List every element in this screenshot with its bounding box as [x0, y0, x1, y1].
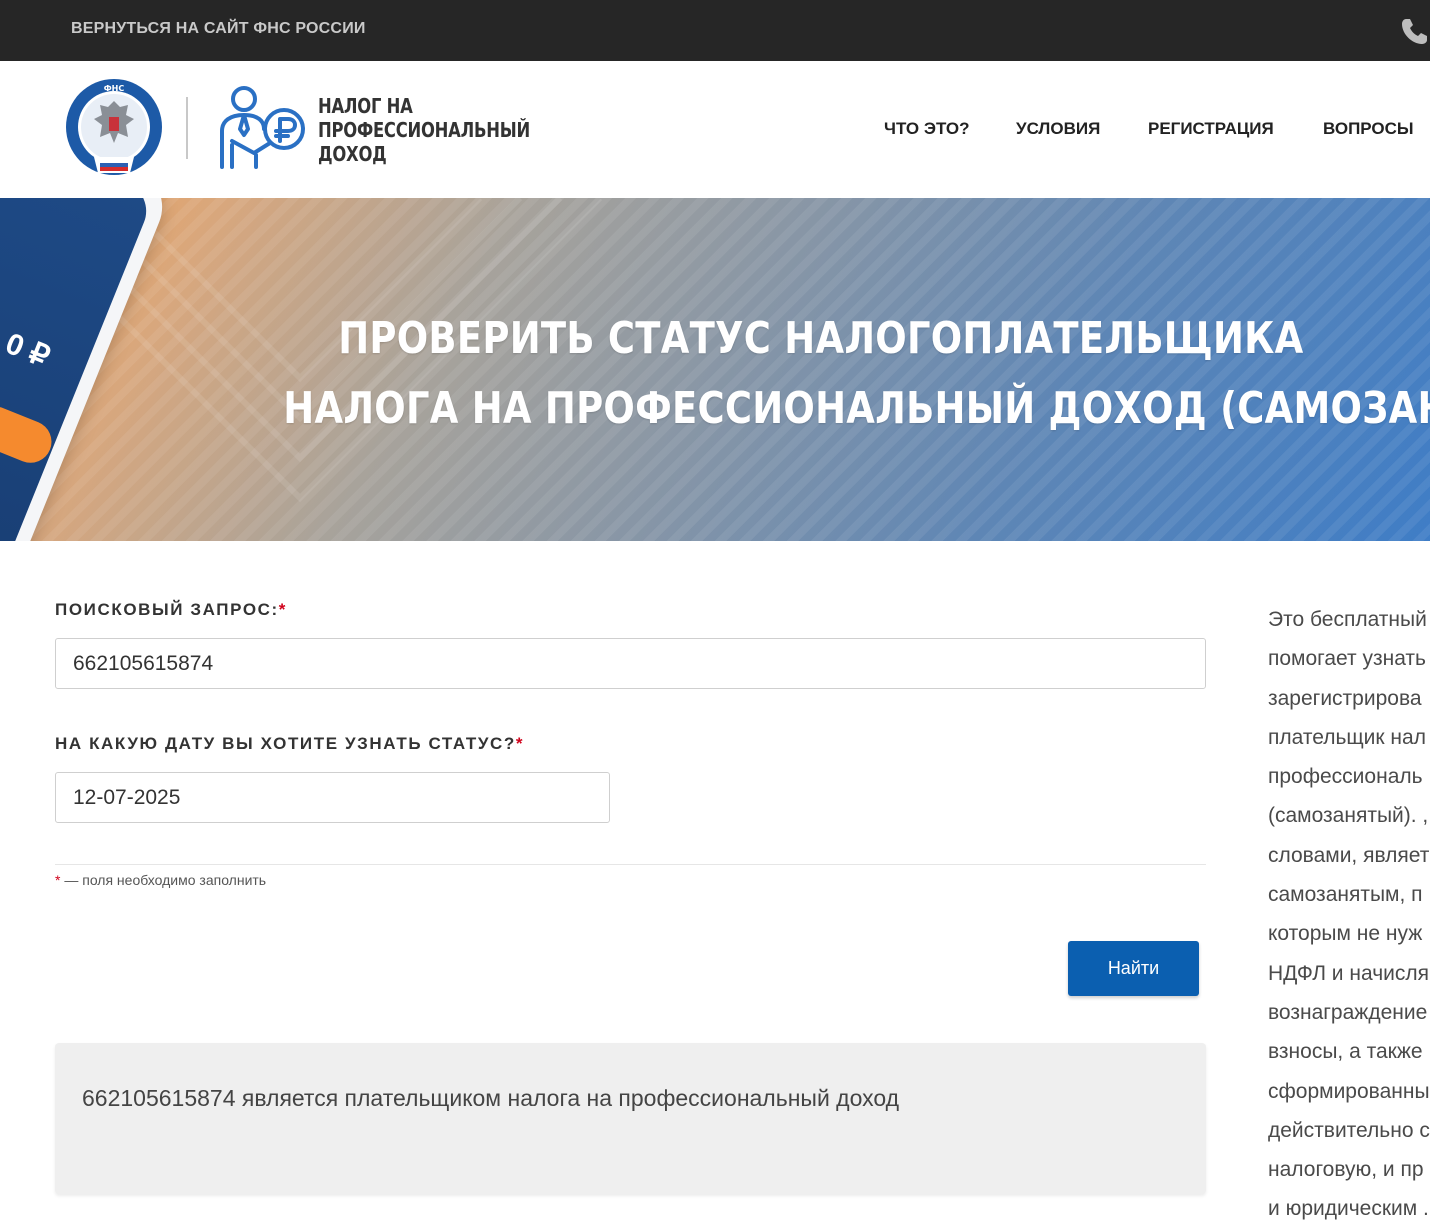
brand-title: НАЛОГ НА ПРОФЕССИОНАЛЬНЫЙ ДОХОД — [318, 94, 530, 166]
status-date-label-text: НА КАКУЮ ДАТУ ВЫ ХОТИТЕ УЗНАТЬ СТАТУС? — [55, 734, 516, 753]
page-title: ПРОВЕРИТЬ СТАТУС НАЛОГОПЛАТЕЛЬЩИКА НАЛОГ… — [283, 304, 1430, 444]
side-text-line: Это бесплатный — [1268, 608, 1427, 631]
side-text-line: плательщик нал — [1268, 725, 1426, 749]
find-button[interactable]: Найти — [1068, 941, 1199, 996]
required-fields-note: * — поля необходимо заполнить — [55, 872, 266, 888]
side-text-line: зарегистрирова — [1268, 686, 1422, 710]
side-text-line: сформированны — [1268, 1079, 1430, 1103]
phone-amount: 0 ₽ — [0, 326, 55, 375]
nav-item-what-is-it[interactable]: ЧТО ЭТО? — [884, 119, 970, 139]
status-date-label: НА КАКУЮ ДАТУ ВЫ ХОТИТЕ УЗНАТЬ СТАТУС?* — [55, 734, 524, 754]
brand-line: ПРОФЕССИОНАЛЬНЫЙ — [318, 118, 530, 142]
side-text-line: взносы, а также — [1268, 1040, 1423, 1064]
brand-line: НАЛОГ НА — [318, 94, 413, 118]
fns-emblem-logo[interactable]: ФНС — [64, 77, 164, 181]
svg-text:ФНС: ФНС — [104, 84, 125, 93]
required-mark: * — [515, 734, 525, 753]
phone-icon[interactable] — [1400, 16, 1430, 46]
nav-item-registration[interactable]: РЕГИСТРАЦИЯ — [1148, 119, 1274, 139]
top-bar: ВЕРНУТЬСЯ НА САЙТ ФНС РОССИИ — [0, 0, 1430, 61]
required-note-text: — поля необходимо заполнить — [64, 872, 267, 888]
side-text-line: НДФЛ и начисля — [1268, 961, 1429, 985]
required-mark: * — [55, 872, 61, 888]
side-text-line: словами, являет — [1268, 843, 1430, 867]
side-text-line: помогает узнать — [1268, 647, 1426, 671]
back-to-fns-link[interactable]: ВЕРНУТЬСЯ НА САЙТ ФНС РОССИИ — [71, 20, 366, 38]
nav-item-conditions[interactable]: УСЛОВИЯ — [1016, 119, 1100, 139]
site-header: ФНС НАЛОГ НА ПРОФЕССИОНАЛЬНЫЙ ДОХОД ЧТО … — [0, 61, 1430, 198]
side-text-line: самозанятым, п — [1268, 883, 1423, 907]
side-text-line: и юридическим . — [1268, 1197, 1429, 1221]
search-query-label: ПОИСКОВЫЙ ЗАПРОС:* — [55, 600, 287, 620]
side-description: Это бесплатный помогает узнать зарегистр… — [1268, 600, 1430, 1229]
search-query-input[interactable] — [55, 638, 1206, 689]
side-text-line: которым не нуж — [1268, 922, 1423, 946]
page-title-line: НАЛОГА НА ПРОФЕССИОНАЛЬНЫЙ ДОХОД (САМОЗА… — [283, 383, 1430, 434]
logo-separator — [186, 97, 188, 159]
phone-card — [0, 519, 23, 541]
side-text-line: (самозанятый). , — [1268, 804, 1429, 828]
phone-orange-button — [0, 400, 58, 470]
required-mark: * — [278, 600, 288, 619]
status-date-input[interactable] — [55, 772, 610, 823]
result-panel: 662105615874 является плательщиком налог… — [55, 1043, 1206, 1194]
side-text-line: профессиональ — [1268, 765, 1423, 789]
page-title-line: ПРОВЕРИТЬ СТАТУС НАЛОГОПЛАТЕЛЬЩИКА — [338, 313, 1304, 364]
form-divider — [55, 864, 1206, 865]
hero-banner: 0 ₽ ПРОВЕРИТЬ СТАТУС НАЛОГОПЛАТЕЛЬЩИКА Н… — [0, 198, 1430, 541]
result-message: 662105615874 является плательщиком налог… — [82, 1085, 900, 1111]
npd-logo-icon[interactable] — [210, 83, 306, 173]
search-query-label-text: ПОИСКОВЫЙ ЗАПРОС: — [55, 600, 279, 619]
brand-line: ДОХОД — [318, 142, 387, 166]
side-text-line: действительно с — [1268, 1118, 1430, 1142]
nav-item-questions[interactable]: ВОПРОСЫ — [1323, 119, 1414, 139]
side-text-line: вознаграждение — [1268, 1000, 1428, 1024]
side-text-line: налоговую, и пр — [1268, 1158, 1424, 1182]
